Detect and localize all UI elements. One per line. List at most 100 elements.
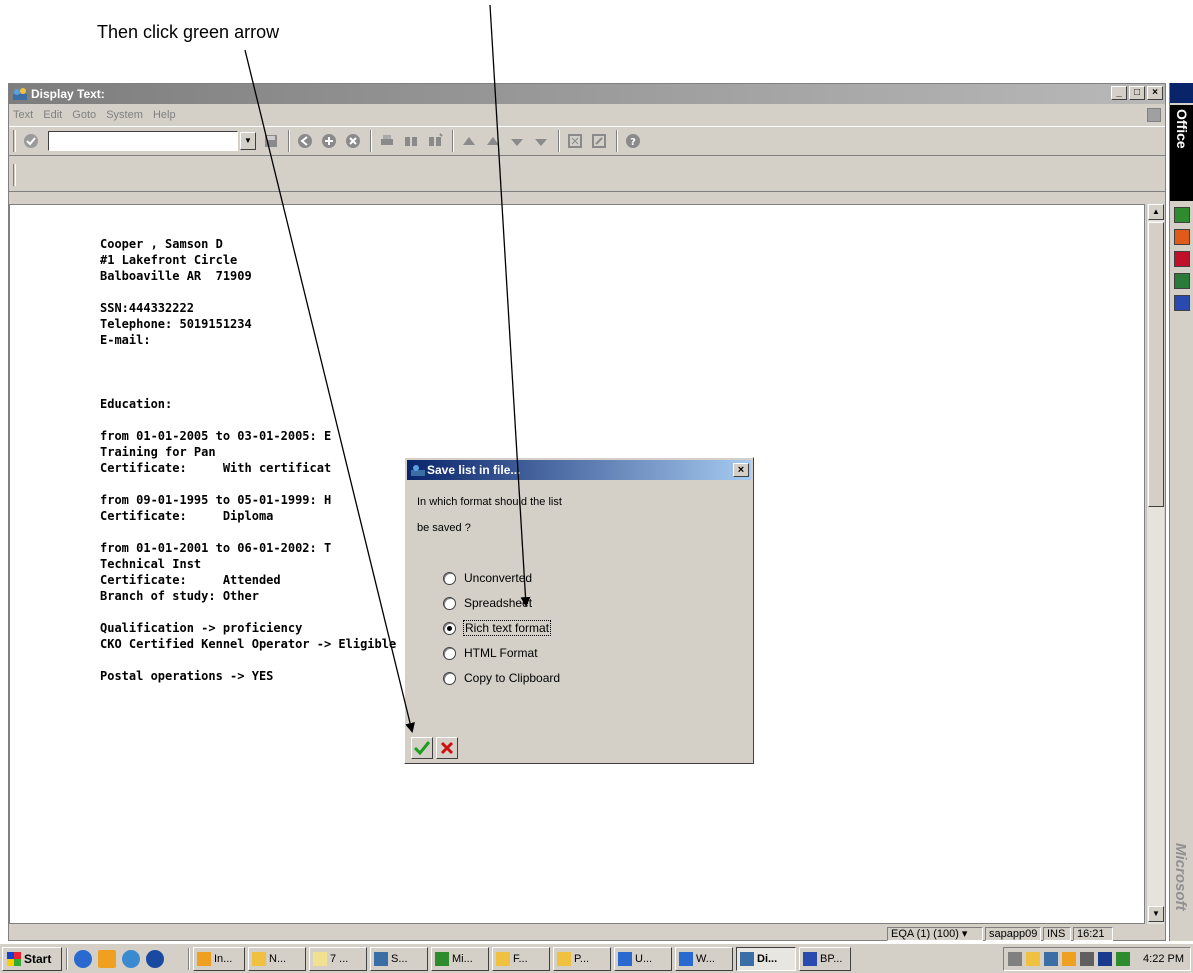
system-tray: 4:22 PM — [1003, 947, 1191, 971]
continue-green-check-button[interactable] — [411, 737, 433, 759]
internet-explorer-icon — [618, 951, 632, 966]
cancel-icon[interactable] — [344, 132, 362, 150]
word-icon[interactable] — [1174, 295, 1190, 311]
dialog-title-bar: Save list in file... × — [407, 460, 751, 480]
network-icon[interactable] — [1008, 952, 1022, 966]
taskbar-btn-p[interactable]: P... — [553, 946, 611, 971]
next-page-icon[interactable] — [508, 132, 526, 150]
new-session-icon[interactable] — [566, 132, 584, 150]
folder-icon — [313, 951, 327, 966]
window-title: Display Text: — [31, 87, 105, 101]
media-player-icon[interactable] — [146, 949, 164, 968]
internet-explorer-icon[interactable] — [74, 949, 92, 968]
mail-icon — [496, 951, 510, 966]
publisher-icon[interactable] — [1174, 273, 1190, 289]
dialog-question-line2: be saved ? — [417, 522, 471, 534]
vertical-scrollbar[interactable]: ▲ ▼ — [1146, 204, 1164, 924]
annotation-text: Then click green arrow — [97, 22, 280, 42]
dialog-close-button[interactable]: × — [733, 463, 749, 477]
scroll-down-icon[interactable]: ▼ — [1148, 906, 1164, 922]
browser-icon[interactable] — [122, 949, 140, 968]
insert-mode: INS — [1043, 927, 1071, 941]
menu-bar: Text Edit Goto System Help — [9, 106, 1165, 124]
dialog-app-icon — [411, 465, 425, 476]
outlook-icon[interactable] — [98, 949, 116, 968]
powerpoint-icon[interactable] — [1174, 229, 1190, 245]
office-label: Office — [1170, 105, 1193, 201]
sap-tray-icon[interactable] — [1044, 952, 1058, 966]
save-list-dialog: Save list in file... × In which format s… — [404, 457, 754, 764]
back-icon[interactable] — [296, 132, 314, 150]
clock-tray-icon[interactable] — [1080, 952, 1094, 966]
taskbar-btn-display-text[interactable]: Di... — [736, 946, 796, 971]
folder-icon — [252, 951, 266, 966]
menu-help[interactable]: Help — [153, 109, 176, 121]
dialog-title: Save list in file... — [427, 463, 521, 477]
taskbar-btn-w[interactable]: W... — [675, 946, 733, 971]
title-bar: Display Text: _ □ × — [9, 84, 1165, 104]
antivirus-icon[interactable] — [1098, 952, 1112, 966]
menu-edit[interactable]: Edit — [43, 109, 62, 121]
task-icon[interactable] — [1116, 952, 1130, 966]
office-bar-top — [1170, 83, 1193, 103]
taskbar-btn-mi[interactable]: Mi... — [431, 946, 489, 971]
shortcut-icon[interactable] — [590, 132, 608, 150]
taskbar: Start In... N... 7 ... S... Mi... F... P… — [0, 943, 1193, 973]
radio-rich-text-format[interactable]: Rich text format — [443, 620, 552, 636]
menu-text[interactable]: Text — [13, 109, 33, 121]
microsoft-logo-text: Microsoft — [1172, 843, 1189, 911]
red-x-icon — [440, 741, 454, 755]
print-icon[interactable] — [378, 132, 396, 150]
taskbar-btn-s[interactable]: S... — [370, 946, 428, 971]
find-icon[interactable] — [402, 132, 420, 150]
taskbar-clock: 4:22 PM — [1143, 953, 1184, 965]
sap-icon — [740, 951, 754, 966]
radio-spreadsheet[interactable]: Spreadsheet — [443, 596, 532, 610]
scroll-up-icon[interactable]: ▲ — [1148, 204, 1164, 220]
system-info[interactable]: EQA (1) (100) ▾ — [887, 927, 983, 941]
minimize-button[interactable]: _ — [1111, 86, 1127, 100]
taskbar-btn-u[interactable]: U... — [614, 946, 672, 971]
exit-icon[interactable] — [320, 132, 338, 150]
toolbar-grip — [13, 130, 16, 152]
dialog-question-line1: In which format should the list — [417, 496, 562, 508]
status-time: 16:21 — [1073, 927, 1113, 941]
application-toolbar — [9, 158, 1165, 192]
mail-icon — [557, 951, 571, 966]
scroll-thumb[interactable] — [1148, 222, 1164, 507]
access-icon[interactable] — [1174, 251, 1190, 267]
server-name: sapapp09 — [985, 927, 1041, 941]
taskbar-btn-7[interactable]: 7 ... — [309, 946, 367, 971]
svg-text:?: ? — [630, 137, 636, 148]
radio-copy-to-clipboard[interactable]: Copy to Clipboard — [443, 671, 560, 685]
save-icon[interactable] — [262, 132, 280, 150]
taskbar-btn-f[interactable]: F... — [492, 946, 550, 971]
close-button[interactable]: × — [1147, 86, 1163, 100]
enter-check-icon[interactable] — [22, 132, 40, 150]
menu-goto[interactable]: Goto — [72, 109, 96, 121]
taskbar-btn-n[interactable]: N... — [248, 946, 306, 971]
radio-html-format[interactable]: HTML Format — [443, 646, 538, 660]
outlook-tray-icon[interactable] — [1062, 952, 1076, 966]
start-button[interactable]: Start — [2, 946, 62, 971]
help-icon[interactable]: ? — [624, 132, 642, 150]
excel-icon[interactable] — [1174, 207, 1190, 223]
sap-icon — [374, 951, 388, 966]
sap-app-icon — [13, 88, 27, 100]
radio-unconverted[interactable]: Unconverted — [443, 571, 532, 585]
maximize-button[interactable]: □ — [1129, 86, 1145, 100]
mail-tray-icon[interactable] — [1026, 952, 1040, 966]
first-page-icon[interactable] — [460, 132, 478, 150]
command-dropdown-icon[interactable]: ▼ — [240, 132, 256, 150]
command-field[interactable] — [48, 131, 238, 151]
previous-page-icon[interactable] — [484, 132, 502, 150]
last-page-icon[interactable] — [532, 132, 550, 150]
taskbar-btn-bp[interactable]: BP... — [799, 946, 851, 971]
menu-options-button[interactable] — [1147, 108, 1161, 122]
find-next-icon[interactable] — [426, 132, 444, 150]
taskbar-btn-inbox[interactable]: In... — [193, 946, 245, 971]
outlook-icon — [197, 951, 211, 966]
menu-system[interactable]: System — [106, 109, 143, 121]
internet-explorer-icon — [679, 951, 693, 966]
cancel-red-x-button[interactable] — [436, 737, 458, 759]
